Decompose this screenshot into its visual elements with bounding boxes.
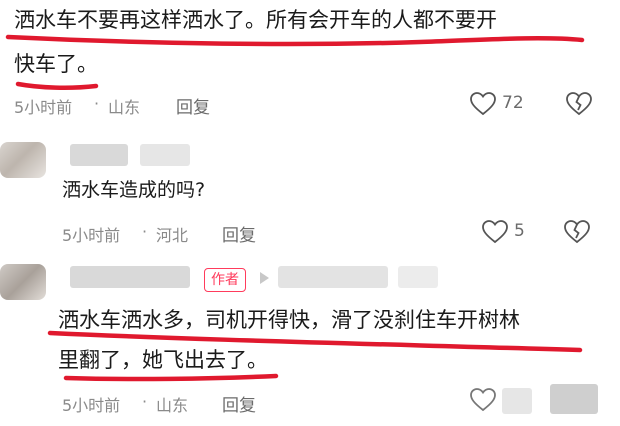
comment-2-like-button[interactable]: 5 xyxy=(482,220,542,248)
heart-broken-icon xyxy=(564,220,590,244)
triangle-icon xyxy=(260,272,269,284)
comment-1-like-button[interactable]: 72 xyxy=(470,92,550,120)
comment-2-location: 河北 xyxy=(156,226,189,245)
heart-icon xyxy=(482,220,508,244)
heart-broken-icon xyxy=(566,92,592,116)
comment-2-dislike-button[interactable] xyxy=(564,220,590,244)
comment-2-reply-button[interactable]: 回复 xyxy=(222,221,256,246)
comment-1-location: 山东 xyxy=(108,98,141,117)
author-badge: 作者 xyxy=(204,268,246,292)
username-blurred xyxy=(70,144,128,166)
comment-3-location: 山东 xyxy=(156,396,189,415)
comment-2-dot: · xyxy=(142,222,148,241)
comment-3-time: 5小时前 xyxy=(62,396,121,415)
heart-icon xyxy=(470,92,496,116)
comment-3-text-line-2: 里翻了，她飞出去了。 xyxy=(58,348,268,372)
heart-icon xyxy=(470,388,496,412)
comment-2-text: 洒水车造成的吗? xyxy=(62,179,206,201)
comment-2-time: 5小时前 xyxy=(62,226,121,245)
watermark-blurred xyxy=(502,388,532,414)
comment-1-dot: · xyxy=(94,94,100,113)
username-blurred xyxy=(398,266,438,288)
comment-1-text-line-2: 快车了。 xyxy=(14,52,98,76)
comment-1-dislike-button[interactable] xyxy=(566,92,592,116)
comment-1-text-line-1: 洒水车不要再这样洒水了。所有会开车的人都不要开 xyxy=(14,8,497,32)
comment-3-like-button[interactable] xyxy=(470,388,496,412)
comment-3-dot: · xyxy=(142,392,148,411)
avatar[interactable] xyxy=(0,264,46,300)
comment-1-like-count: 72 xyxy=(502,93,524,113)
comment-1-time: 5小时前 xyxy=(14,98,73,117)
comment-3-reply-button[interactable]: 回复 xyxy=(222,391,256,416)
avatar[interactable] xyxy=(0,142,46,178)
username-blurred xyxy=(278,266,388,288)
comment-3-text-line-1: 洒水车洒水多，司机开得快，滑了没刹住车开树林 xyxy=(58,308,520,332)
username-blurred xyxy=(70,266,190,288)
comment-2-like-count: 5 xyxy=(514,221,525,241)
username-blurred xyxy=(140,144,190,166)
comment-1-reply-button[interactable]: 回复 xyxy=(176,93,210,118)
watermark-blurred xyxy=(550,384,598,414)
